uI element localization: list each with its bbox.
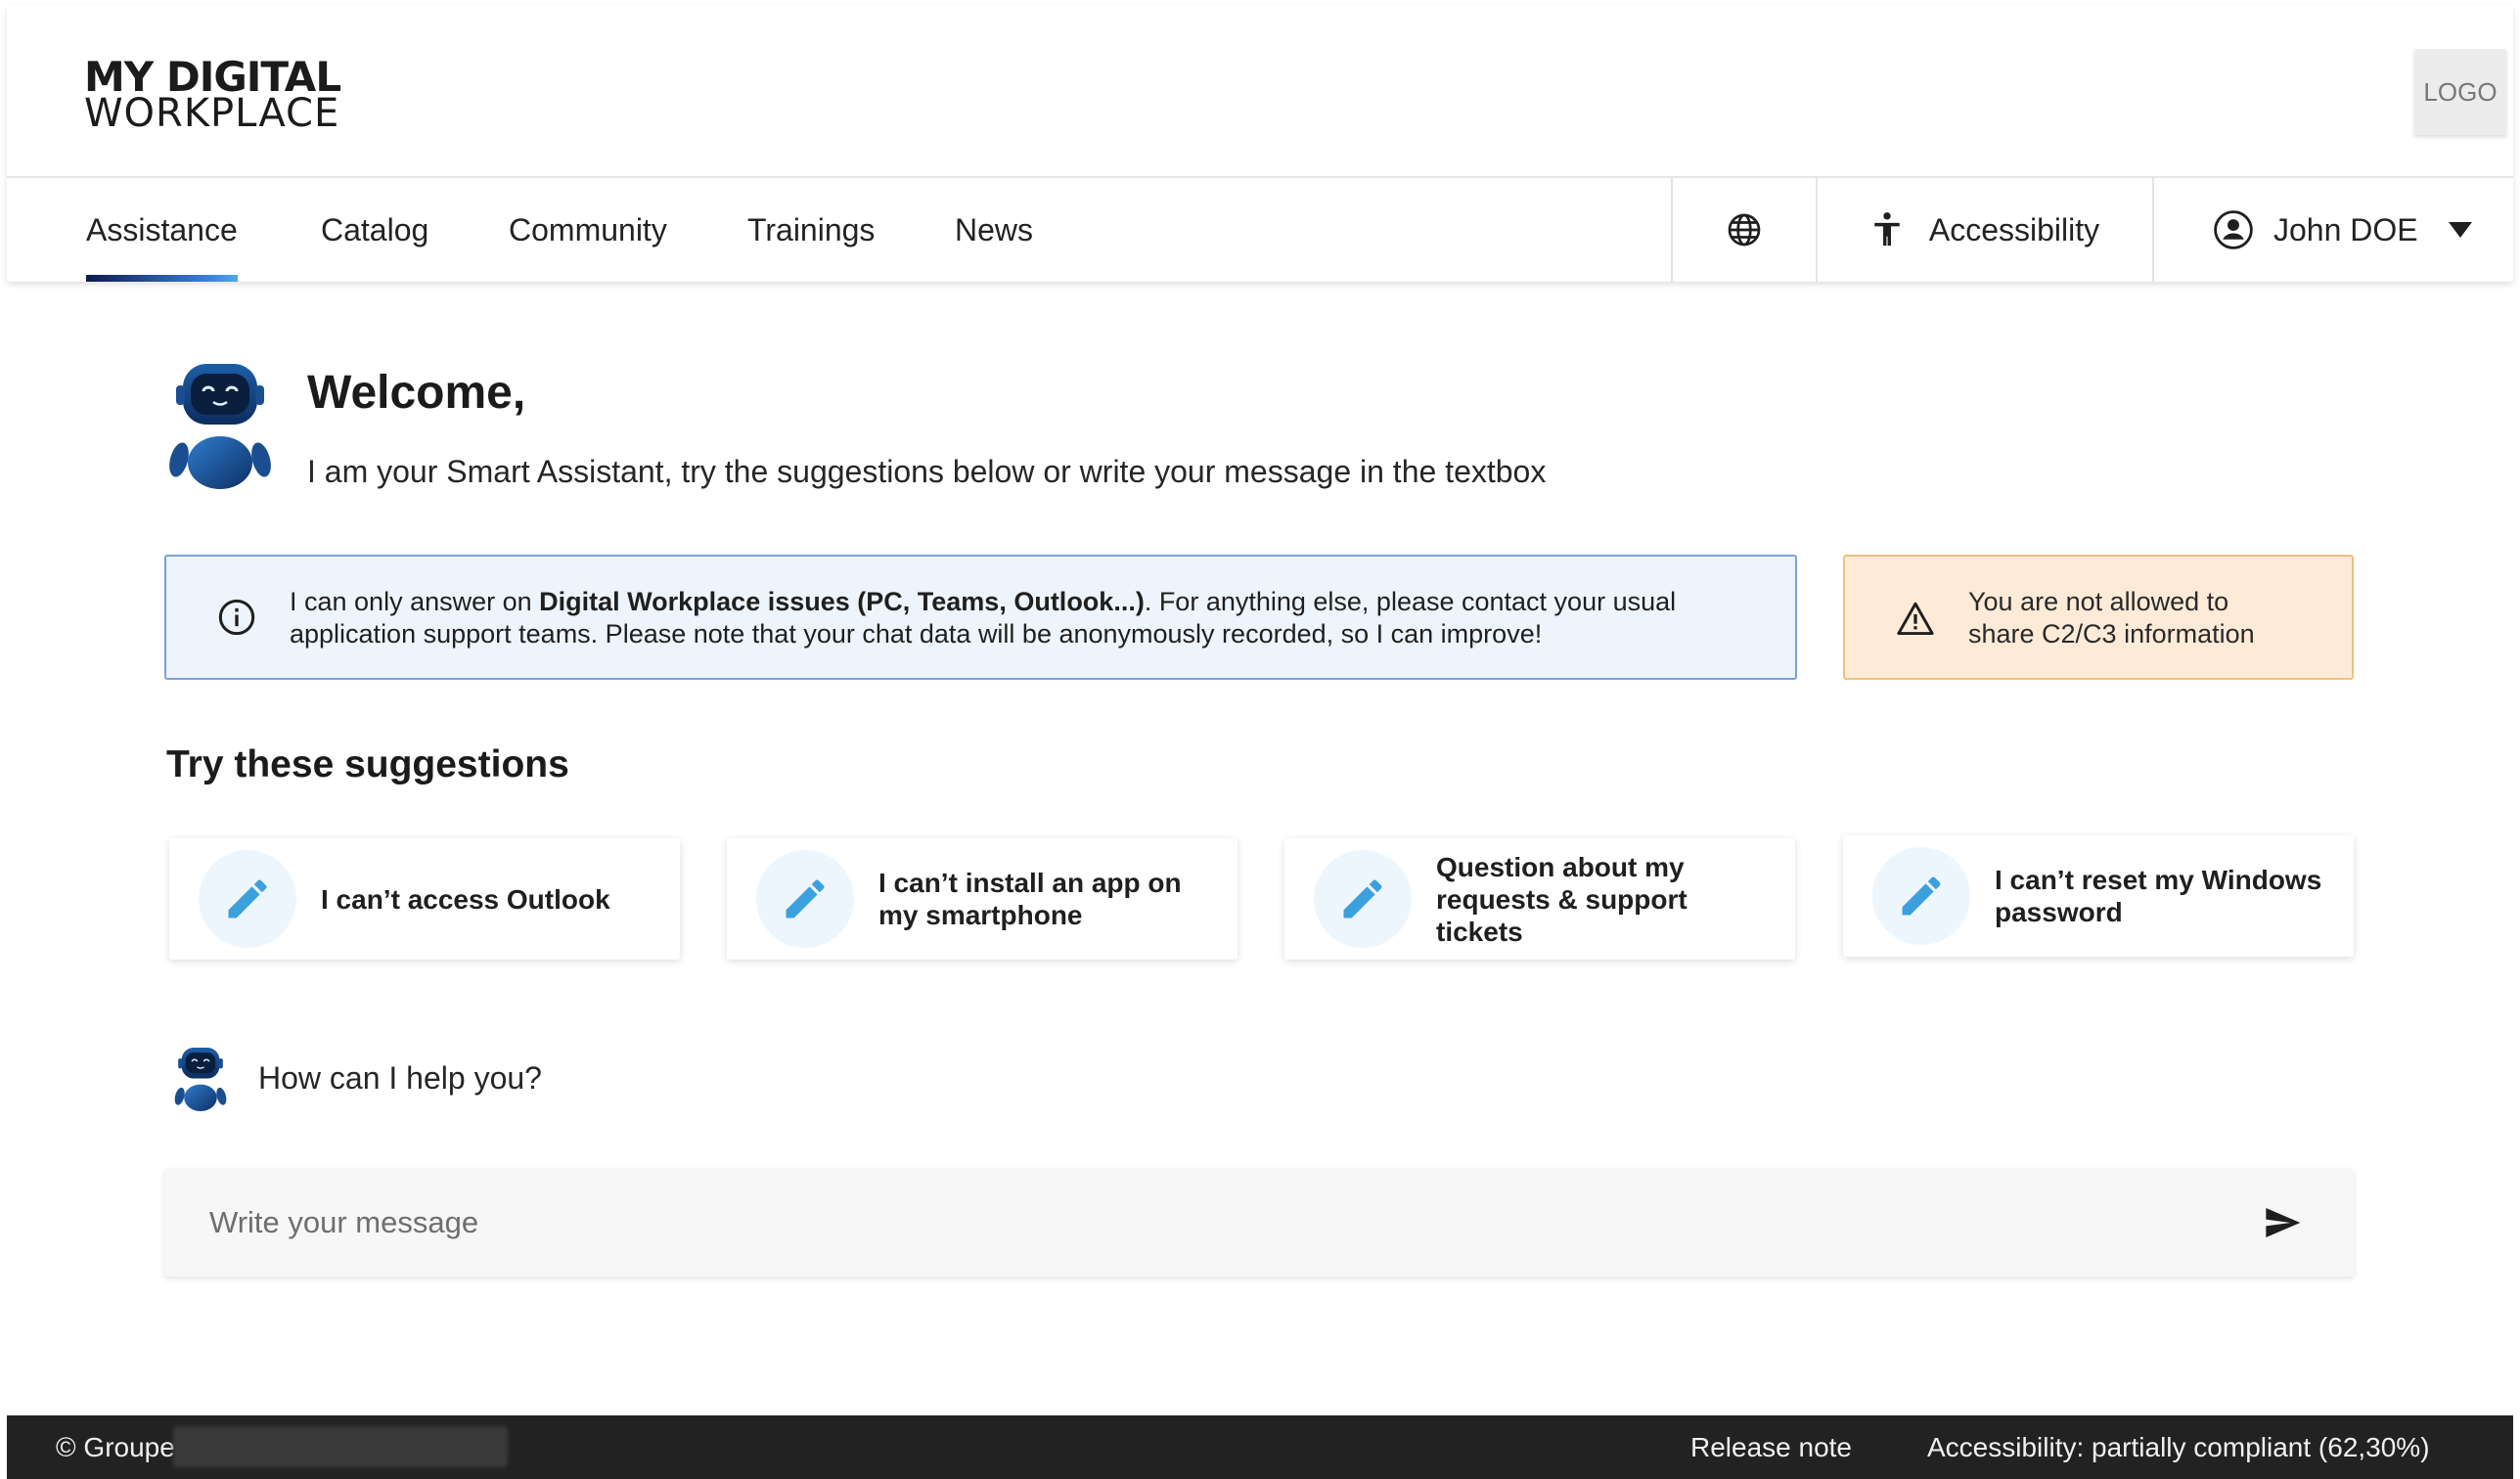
nav-item-news[interactable]: News xyxy=(955,178,1033,282)
pencil-icon xyxy=(786,879,825,919)
suggestion-card[interactable]: I can’t reset my Windows password xyxy=(1843,835,2354,957)
nav-item-community[interactable]: Community xyxy=(509,178,667,282)
message-composer xyxy=(164,1169,2354,1277)
info-text-bold: Digital Workplace issues (PC, Teams, Out… xyxy=(539,587,1145,616)
info-notice: I can only answer on Digital Workplace i… xyxy=(164,555,1797,680)
user-name: John DOE xyxy=(2273,211,2418,247)
warning-text: You are not allowed to share C2/C3 infor… xyxy=(1968,586,2255,650)
suggestion-icon-circle xyxy=(1314,850,1412,948)
brand-line2: WORKPLACE xyxy=(84,90,340,136)
suggestion-label: I can’t install an app on my smartphone xyxy=(878,868,1182,930)
pencil-icon xyxy=(228,879,267,919)
footer-redacted-company xyxy=(173,1426,508,1467)
suggestion-label: Question about my requests & support tic… xyxy=(1436,851,1688,947)
warning-notice: You are not allowed to share C2/C3 infor… xyxy=(1843,555,2354,680)
language-button[interactable] xyxy=(1671,178,1816,282)
info-text-prefix: I can only answer on xyxy=(290,587,540,616)
chat-prompt: How can I help you? xyxy=(258,1060,542,1096)
send-icon[interactable] xyxy=(2262,1203,2303,1242)
warning-line2: share C2/C3 information xyxy=(1968,619,2255,649)
app-footer: © Groupe Release note Accessibility: par… xyxy=(7,1415,2513,1479)
welcome-subtitle: I am your Smart Assistant, try the sugge… xyxy=(307,454,1547,489)
suggestion-icon-circle xyxy=(1872,847,1970,945)
suggestion-label: I can’t access Outlook xyxy=(321,883,610,915)
pencil-icon xyxy=(1343,879,1382,919)
warning-icon xyxy=(1897,602,1934,636)
app-header: MY DIGITAL WORKPLACE LOGO Assistance Cat… xyxy=(7,5,2513,282)
suggestion-icon-circle xyxy=(199,850,296,948)
user-menu[interactable]: John DOE xyxy=(2152,178,2513,282)
warning-line1: You are not allowed to xyxy=(1968,587,2229,616)
suggestion-icon-circle xyxy=(756,850,854,948)
suggestion-label: I can’t reset my Windows password xyxy=(1995,865,2322,927)
accessibility-button[interactable]: Accessibility xyxy=(1816,178,2152,282)
assistant-robot-small-avatar xyxy=(174,1048,227,1111)
suggestion-card[interactable]: Question about my requests & support tic… xyxy=(1284,838,1795,960)
main-nav: Assistance Catalog Community Trainings N… xyxy=(7,178,2513,282)
user-avatar-icon xyxy=(2214,210,2253,249)
footer-accessibility-link[interactable]: Accessibility: partially compliant (62,3… xyxy=(1927,1432,2430,1463)
suggestion-card[interactable]: I can’t install an app on my smartphone xyxy=(727,838,1238,960)
accessibility-icon xyxy=(1874,212,1900,246)
brand-logo[interactable]: MY DIGITAL WORKPLACE xyxy=(84,57,341,136)
nav-item-trainings[interactable]: Trainings xyxy=(747,178,875,282)
pencil-icon xyxy=(1902,876,1941,916)
footer-release-note-link[interactable]: Release note xyxy=(1690,1432,1852,1463)
welcome-title: Welcome, xyxy=(307,367,526,419)
footer-copyright: © Groupe xyxy=(56,1432,175,1462)
suggestion-card[interactable]: I can’t access Outlook xyxy=(169,838,680,960)
info-icon xyxy=(218,599,255,636)
company-logo: LOGO xyxy=(2414,49,2506,135)
nav-item-assistance[interactable]: Assistance xyxy=(86,178,238,282)
globe-icon xyxy=(1728,213,1761,246)
accessibility-label: Accessibility xyxy=(1928,211,2100,247)
info-text: I can only answer on Digital Workplace i… xyxy=(290,586,1757,650)
suggestions-title: Try these suggestions xyxy=(166,743,569,785)
assistant-robot-avatar xyxy=(169,364,271,489)
chevron-down-icon xyxy=(2448,222,2472,238)
message-input[interactable] xyxy=(209,1169,2166,1277)
nav-item-catalog[interactable]: Catalog xyxy=(321,178,428,282)
